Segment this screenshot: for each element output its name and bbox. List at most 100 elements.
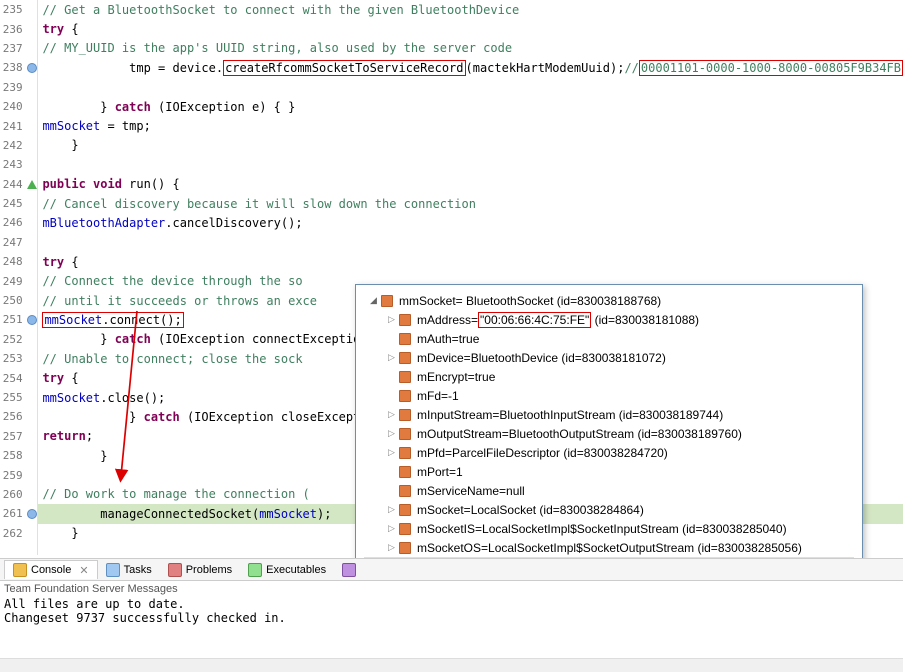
tree-root[interactable]: mmSocket= BluetoothSocket (id=8300381887… [364,291,854,310]
expand-icon[interactable] [386,333,397,344]
field-icon [399,485,411,497]
tab-executables[interactable]: Executables [240,561,334,579]
code-line[interactable]: // Cancel discovery because it will slow… [38,194,903,213]
marker-cell[interactable] [27,427,38,446]
code-line[interactable]: // Get a BluetoothSocket to connect with… [38,0,903,19]
marker-cell[interactable] [27,524,38,543]
tree-item[interactable]: mPfd= ParcelFileDescriptor (id=830038284… [364,443,854,462]
marker-cell[interactable] [27,310,38,329]
tree-item[interactable]: mOutputStream= BluetoothOutputStream (id… [364,424,854,443]
field-icon [399,409,411,421]
marker-cell[interactable] [27,504,38,523]
marker-cell[interactable] [27,155,38,174]
expand-icon[interactable] [386,485,397,496]
line-number: 241 [0,116,27,135]
expand-icon[interactable] [386,409,397,420]
code-line[interactable]: mBluetoothAdapter.cancelDiscovery(); [38,213,903,232]
tree-item[interactable]: mSocketIS= LocalSocketImpl$SocketInputSt… [364,519,854,538]
line-number: 247 [0,233,27,252]
breakpoint-icon[interactable] [27,509,37,519]
tree-item[interactable]: mSocketOS= LocalSocketImpl$SocketOutputS… [364,538,854,557]
marker-cell[interactable] [27,194,38,213]
marker-cell[interactable] [27,407,38,426]
horizontal-scrollbar[interactable] [0,658,903,672]
tree-item[interactable]: mSocket= LocalSocket (id=830038284864) [364,500,854,519]
marker-cell[interactable] [27,78,38,97]
bottom-tab-bar[interactable]: Console ✕ Tasks ProblemsExecutables [0,558,903,581]
expand-icon[interactable] [386,466,397,477]
close-icon[interactable]: ✕ [79,564,88,577]
tree-item[interactable]: mAuth= true [364,329,854,348]
code-line[interactable]: mmSocket = tmp; [38,116,903,135]
line-number: 256 [0,407,27,426]
code-line[interactable]: try { [38,19,903,38]
tab-tasks[interactable]: Tasks [98,561,160,579]
marker-cell[interactable] [27,0,38,19]
marker-cell[interactable] [27,330,38,349]
field-icon [399,352,411,364]
line-number: 254 [0,368,27,387]
tree-item[interactable]: mAddress="00:06:66:4C:75:FE" (id=8300381… [364,310,854,329]
expand-icon[interactable] [368,295,379,306]
tree-item[interactable]: mInputStream= BluetoothInputStream (id=8… [364,405,854,424]
marker-cell[interactable] [27,233,38,252]
line-number: 235 [0,0,27,19]
code-line[interactable]: // MY_UUID is the app's UUID string, als… [38,39,903,58]
marker-cell[interactable] [27,446,38,465]
tab-icon [168,563,182,577]
expand-icon[interactable] [386,447,397,458]
field-icon [399,447,411,459]
line-number: 244 [0,175,27,194]
expand-icon[interactable] [386,504,397,515]
breakpoint-icon[interactable] [27,315,37,325]
console-output[interactable]: Team Foundation Server Messages All file… [0,581,903,662]
marker-column[interactable] [27,0,39,555]
tree-item[interactable]: mDevice= BluetoothDevice (id=83003818107… [364,348,854,367]
marker-cell[interactable] [27,39,38,58]
code-line[interactable]: tmp = device.createRfcommSocketToService… [38,58,903,77]
tree-item[interactable]: mServiceName= null [364,481,854,500]
expand-icon[interactable] [386,523,397,534]
marker-cell[interactable] [27,19,38,38]
marker-cell[interactable] [27,175,38,194]
tree-item[interactable]: mEncrypt= true [364,367,854,386]
tree-item[interactable]: mPort= 1 [364,462,854,481]
expand-icon[interactable] [386,371,397,382]
code-line[interactable]: } catch (IOException e) { } [38,97,903,116]
expand-icon[interactable] [386,314,397,325]
code-line[interactable]: public void run() { [38,175,903,194]
marker-cell[interactable] [27,136,38,155]
code-line[interactable]: } [38,136,903,155]
field-icon [399,428,411,440]
code-line[interactable] [38,155,903,174]
marker-cell[interactable] [27,465,38,484]
expand-icon[interactable] [386,542,397,553]
expand-icon[interactable] [386,352,397,363]
expand-icon[interactable] [386,428,397,439]
marker-cell[interactable] [27,97,38,116]
marker-cell[interactable] [27,388,38,407]
tab-label: Tasks [124,564,152,576]
marker-cell[interactable] [27,485,38,504]
tab-problems[interactable]: Problems [160,561,240,579]
marker-cell[interactable] [27,116,38,135]
tab-more[interactable] [334,561,364,579]
marker-cell[interactable] [27,252,38,271]
marker-cell[interactable] [27,271,38,290]
expand-icon[interactable] [386,390,397,401]
marker-cell[interactable] [27,58,38,77]
tree-item[interactable]: mFd= -1 [364,386,854,405]
tab-icon [106,563,120,577]
line-number: 245 [0,194,27,213]
code-line[interactable]: try { [38,252,903,271]
marker-cell[interactable] [27,213,38,232]
code-line[interactable] [38,233,903,252]
marker-cell[interactable] [27,291,38,310]
marker-cell[interactable] [27,349,38,368]
code-line[interactable] [38,78,903,97]
line-number: 253 [0,349,27,368]
breakpoint-icon[interactable] [27,63,37,73]
debug-variable-tree[interactable]: mmSocket= BluetoothSocket (id=8300381887… [356,285,862,585]
tab-console[interactable]: Console ✕ [4,560,98,579]
marker-cell[interactable] [27,368,38,387]
